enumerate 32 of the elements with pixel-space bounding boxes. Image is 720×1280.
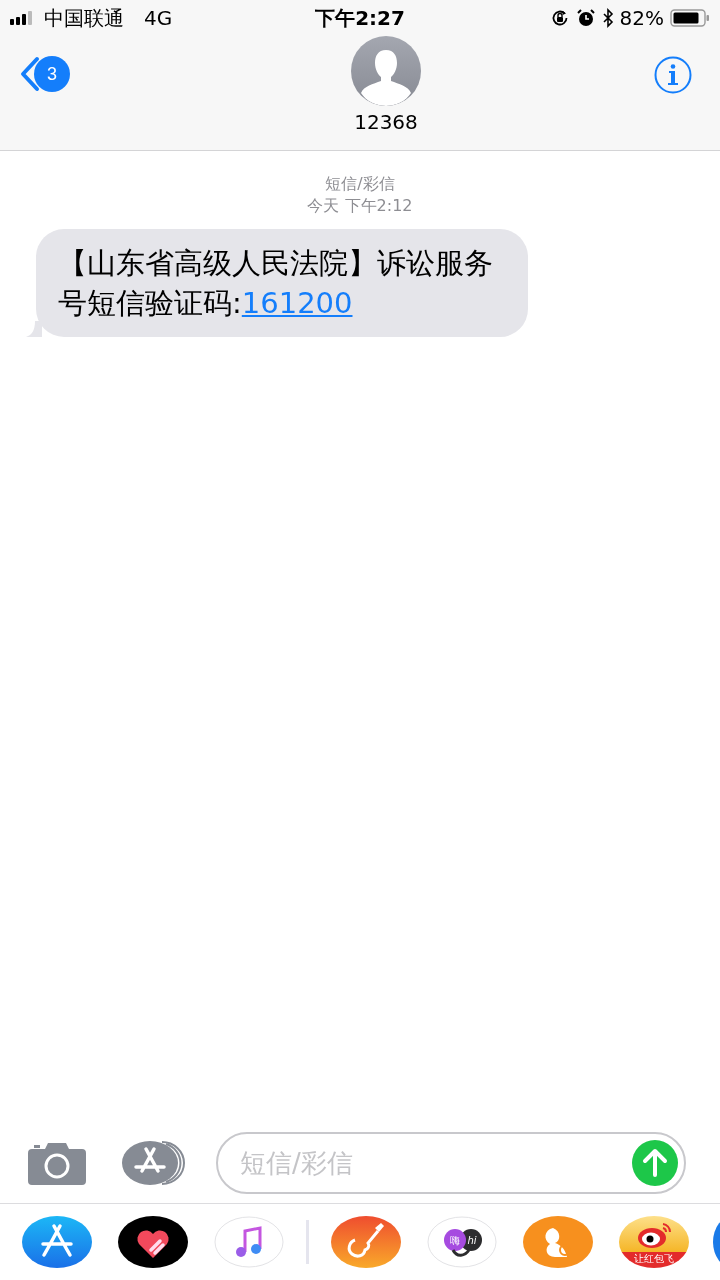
network-type: 4G (144, 6, 173, 30)
chat-logo-text: hi (467, 1235, 477, 1246)
carrier-name: 中国联通 (44, 4, 124, 32)
bluetooth-icon (601, 8, 614, 28)
weibo-eye-icon[interactable]: 让红包飞 (619, 1216, 689, 1268)
eye-drawing (638, 1223, 671, 1248)
message-field[interactable]: 短信/彩信 (216, 1132, 686, 1194)
back-button[interactable]: 3 (20, 56, 70, 92)
message-timestamp: 今天 下午2:12 (307, 195, 413, 217)
camera-icon[interactable] (28, 1141, 86, 1185)
squirrel-icon[interactable] (523, 1216, 593, 1268)
app-store-icon[interactable] (22, 1216, 92, 1268)
message-input-field[interactable]: 短信/彩信 (238, 1147, 632, 1179)
unread-count: 3 (34, 56, 70, 92)
chevron-left-icon (20, 56, 40, 92)
chat-logo-text: 嗨 (450, 1235, 460, 1246)
chat-bubbles-icon[interactable]: 嗨 hi (427, 1216, 497, 1268)
message-service: 短信/彩信 (325, 173, 395, 195)
send-button[interactable] (632, 1140, 678, 1186)
battery-icon (670, 8, 710, 28)
music-note-icon[interactable] (214, 1216, 284, 1268)
promo-logo-text: 让红包飞 (634, 1253, 674, 1264)
app-store-icon[interactable] (122, 1139, 186, 1187)
contact-name: 12368 (354, 110, 418, 134)
battery-percentage: 82% (619, 6, 664, 30)
guitar-icon[interactable] (331, 1216, 401, 1268)
info-icon[interactable] (654, 56, 692, 94)
alarm-icon (575, 8, 596, 28)
message-bubble: 【山东省高级人民法院】诉讼服务号短信验证码:161200 (36, 229, 528, 337)
avatar-icon[interactable] (351, 36, 421, 106)
code-link[interactable]: 161200 (241, 286, 353, 320)
status-time: 下午2:27 (315, 4, 405, 32)
